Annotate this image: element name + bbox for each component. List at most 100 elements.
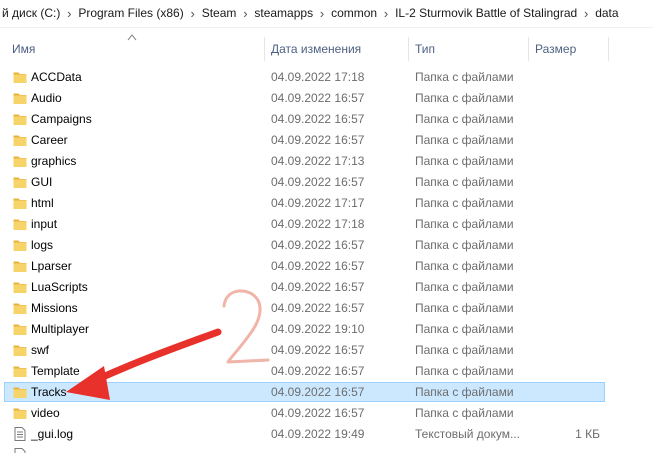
file-type: Папка с файлами: [415, 91, 514, 105]
folder-icon: [12, 174, 28, 190]
file-type: Текстовый докум...: [415, 427, 520, 441]
folder-row[interactable]: swf 04.09.2022 16:57 Папка с файлами: [0, 340, 653, 361]
breadcrumb-item[interactable]: Program Files (x86): [76, 0, 185, 27]
file-name[interactable]: GUI: [31, 172, 261, 193]
file-row[interactable]: _gui.log 04.09.2022 19:49 Текстовый докум.…: [0, 424, 653, 445]
file-name[interactable]: swf: [31, 340, 261, 361]
folder-row[interactable]: Career 04.09.2022 16:57 Папка с файлами: [0, 130, 653, 151]
sort-ascending-icon[interactable]: [127, 33, 137, 41]
file-size: [530, 109, 600, 130]
folder-icon: [12, 216, 28, 232]
file-size: [530, 67, 600, 88]
column-header-row: Имя Дата изменения Тип Размер: [0, 27, 653, 65]
breadcrumb-separator-icon[interactable]: ›: [186, 0, 200, 27]
breadcrumb-separator-icon[interactable]: ›: [579, 0, 593, 27]
file-name[interactable]: html: [31, 193, 261, 214]
folder-icon: [12, 195, 28, 211]
folder-icon: [12, 279, 28, 295]
file-type: Папка с файлами: [415, 322, 514, 336]
folder-icon: [12, 321, 28, 337]
file-row[interactable]: [0, 445, 653, 453]
file-name[interactable]: _gui.log: [31, 424, 261, 445]
breadcrumb-separator-icon[interactable]: ›: [238, 0, 252, 27]
folder-row[interactable]: LuaScripts 04.09.2022 16:57 Папка с файлам…: [0, 277, 653, 298]
file-name[interactable]: graphics: [31, 151, 261, 172]
column-header-name[interactable]: Имя: [6, 41, 268, 63]
folder-icon: [12, 90, 28, 106]
file-type: Папка с файлами: [415, 217, 514, 231]
breadcrumb-separator-icon[interactable]: ›: [315, 0, 329, 27]
file-name[interactable]: [31, 445, 261, 453]
file-name[interactable]: ACCData: [31, 67, 261, 88]
file-type: Папка с файлами: [415, 196, 514, 210]
file-size: [530, 214, 600, 235]
folder-row[interactable]: Template 04.09.2022 16:57 Папка с файлами: [0, 361, 653, 382]
file-date: 04.09.2022 16:57: [271, 343, 365, 357]
file-name[interactable]: Lparser: [31, 256, 261, 277]
file-name[interactable]: Audio: [31, 88, 261, 109]
folder-row[interactable]: ACCData 04.09.2022 17:18 Папка с файлами: [0, 67, 653, 88]
folder-row[interactable]: Audio 04.09.2022 16:57 Папка с файлами: [0, 88, 653, 109]
file-date: 04.09.2022 17:18: [271, 70, 365, 84]
folder-row[interactable]: Lparser 04.09.2022 16:57 Папка с файлами: [0, 256, 653, 277]
column-header-type[interactable]: Тип: [409, 41, 529, 63]
folder-row[interactable]: logs 04.09.2022 16:57 Папка с файлами: [0, 235, 653, 256]
breadcrumb-item[interactable]: Steam: [200, 0, 239, 27]
file-size: [530, 340, 600, 361]
file-name[interactable]: Missions: [31, 298, 261, 319]
folder-row[interactable]: Multiplayer 04.09.2022 19:10 Папка с файла…: [0, 319, 653, 340]
file-list: ACCData 04.09.2022 17:18 Папка с файлами Au…: [0, 67, 653, 453]
column-divider[interactable]: [608, 37, 609, 61]
folder-row[interactable]: GUI 04.09.2022 16:57 Папка с файлами: [0, 172, 653, 193]
column-header-size[interactable]: Размер: [529, 41, 609, 63]
file-name[interactable]: video: [31, 403, 261, 424]
folder-row[interactable]: input 04.09.2022 17:18 Папка с файлами: [0, 214, 653, 235]
file-size: [530, 361, 600, 382]
folder-icon: [12, 153, 28, 169]
folder-row[interactable]: graphics 04.09.2022 17:13 Папка с файлами: [0, 151, 653, 172]
file-type: Папка с файлами: [415, 406, 514, 420]
breadcrumb-item[interactable]: й диск (C:): [0, 0, 62, 27]
file-type: Папка с файлами: [415, 259, 514, 273]
file-date: 04.09.2022 19:10: [271, 322, 365, 336]
file-name[interactable]: Tracks: [31, 382, 261, 403]
file-type: Папка с файлами: [415, 112, 514, 126]
breadcrumb-separator-icon[interactable]: ›: [62, 0, 76, 27]
folder-row[interactable]: Missions 04.09.2022 16:57 Папка с файлами: [0, 298, 653, 319]
file-type: Папка с файлами: [415, 385, 514, 399]
file-date: 04.09.2022 16:57: [271, 364, 365, 378]
folder-row[interactable]: Tracks 04.09.2022 16:57 Папка с файлами: [0, 382, 653, 403]
file-name[interactable]: Multiplayer: [31, 319, 261, 340]
column-header-date[interactable]: Дата изменения: [265, 41, 408, 63]
file-type: Папка с файлами: [415, 301, 514, 315]
file-size: [530, 403, 600, 424]
breadcrumb-item[interactable]: steamapps: [252, 0, 315, 27]
file-date: 04.09.2022 16:57: [271, 301, 365, 315]
folder-row[interactable]: html 04.09.2022 17:17 Папка с файлами: [0, 193, 653, 214]
file-size: [530, 256, 600, 277]
file-size: [530, 193, 600, 214]
breadcrumb-item[interactable]: common: [329, 0, 379, 27]
file-size: [530, 298, 600, 319]
file-name[interactable]: Career: [31, 130, 261, 151]
file-date: 04.09.2022 19:49: [271, 427, 365, 441]
file-size: [530, 172, 600, 193]
file-size: 1 КБ: [575, 427, 600, 441]
file-name[interactable]: input: [31, 214, 261, 235]
file-name[interactable]: LuaScripts: [31, 277, 261, 298]
file-size: [530, 382, 600, 403]
file-type: Папка с файлами: [415, 280, 514, 294]
file-date: 04.09.2022 17:17: [271, 196, 365, 210]
file-name[interactable]: Campaigns: [31, 109, 261, 130]
folder-icon: [12, 132, 28, 148]
breadcrumb-item[interactable]: IL-2 Sturmovik Battle of Stalingrad: [393, 0, 579, 27]
file-size: [530, 88, 600, 109]
breadcrumb-item[interactable]: data: [593, 0, 620, 27]
file-name[interactable]: Template: [31, 361, 261, 382]
folder-row[interactable]: Campaigns 04.09.2022 16:57 Папка с файлами: [0, 109, 653, 130]
folder-row[interactable]: video 04.09.2022 16:57 Папка с файлами: [0, 403, 653, 424]
file-date: 04.09.2022 16:57: [271, 112, 365, 126]
file-name[interactable]: logs: [31, 235, 261, 256]
folder-icon: [12, 342, 28, 358]
breadcrumb-separator-icon[interactable]: ›: [379, 0, 393, 27]
